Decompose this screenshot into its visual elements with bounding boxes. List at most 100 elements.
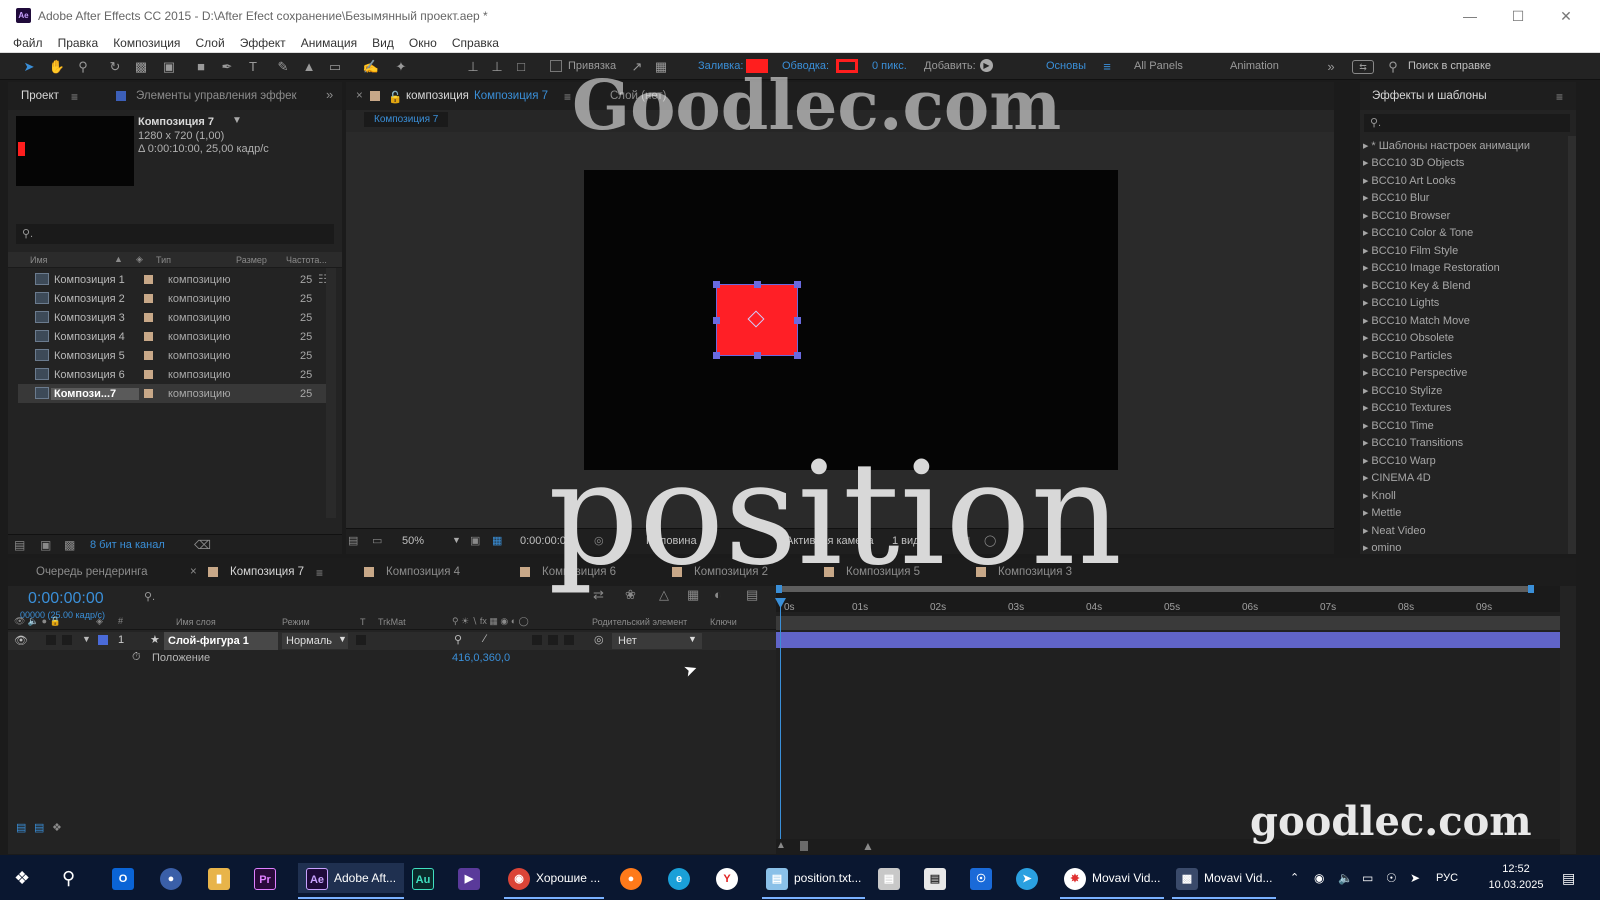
eraser-tool-icon[interactable]: ▭ — [326, 58, 344, 76]
effects-category[interactable]: BCC10 Color & Tone — [1363, 227, 1473, 239]
time-ruler[interactable]: 0s 01s 02s 03s 04s 05s 06s 07s 08s 09s — [776, 594, 1560, 616]
av-switches-icons[interactable]: 👁 🔈 ● 🔒 — [14, 616, 61, 627]
timeline-search-input[interactable]: ⚲. — [138, 588, 438, 608]
tab-composition-4[interactable]: Композиция 4 — [386, 566, 460, 578]
col-size[interactable]: Размер — [236, 255, 267, 265]
effects-category[interactable]: omino — [1363, 542, 1401, 552]
effects-scrollbar[interactable] — [1568, 136, 1576, 554]
clock-date[interactable]: 10.03.2025 — [1486, 877, 1546, 893]
timeline-timecode[interactable]: 0:00:00:00 — [28, 590, 104, 608]
zoom-level[interactable]: 50% — [402, 535, 424, 547]
view-axis-icon[interactable]: □ — [512, 58, 530, 76]
effects-category[interactable]: BCC10 Image Restoration — [1363, 262, 1499, 274]
composition-canvas[interactable] — [584, 170, 1118, 470]
menu-view[interactable]: Вид — [366, 32, 400, 50]
maximize-button[interactable]: ☐ — [1506, 6, 1530, 26]
layer-name[interactable]: Слой-фигура 1 — [164, 632, 278, 650]
transform-handle[interactable] — [794, 352, 801, 359]
comp-breadcrumb[interactable]: Композиция 7 — [364, 112, 449, 127]
roto-brush-tool-icon[interactable]: ✍ — [362, 58, 380, 76]
network-icon[interactable]: ◉ — [1314, 863, 1324, 893]
menu-file[interactable]: Файл — [7, 32, 49, 50]
tab-menu-icon[interactable]: ≡ — [564, 90, 571, 104]
project-item[interactable]: Композиция 1 композицию 25 — [18, 270, 328, 289]
transform-handle[interactable] — [754, 352, 761, 359]
col-name[interactable]: Имя — [30, 255, 48, 265]
lock-icon[interactable]: 🔓 — [388, 90, 402, 104]
trash-icon[interactable]: ⌫ — [194, 538, 211, 552]
project-item[interactable]: Композиция 6 композицию 25 — [18, 365, 328, 384]
effects-category[interactable]: BCC10 Film Style — [1363, 245, 1458, 257]
zoom-out-icon[interactable]: ▲ — [776, 840, 786, 851]
effects-category[interactable]: * Шаблоны настроек анимации — [1363, 140, 1530, 152]
effects-category[interactable]: BCC10 Textures — [1363, 402, 1451, 414]
minimize-button[interactable]: — — [1458, 6, 1482, 26]
red-square-shape[interactable] — [713, 281, 801, 359]
switch-box[interactable] — [532, 635, 542, 645]
panel-overflow-icon[interactable]: » — [326, 87, 333, 102]
tab-effects-presets[interactable]: Эффекты и шаблоны — [1372, 90, 1487, 102]
bit-depth-label[interactable]: 8 бит на канал — [90, 539, 165, 551]
effects-category[interactable]: BCC10 Obsolete — [1363, 332, 1454, 344]
effects-search-input[interactable]: ⚲. — [1364, 114, 1570, 132]
zoom-dropdown-icon[interactable]: ▼ — [452, 535, 461, 545]
transform-handle[interactable] — [754, 281, 761, 288]
effects-category[interactable]: BCC10 Stylize — [1363, 385, 1442, 397]
switch-box[interactable] — [548, 635, 558, 645]
toggle-modes-icon[interactable]: ▤ — [34, 821, 44, 834]
resolution-fit-icon[interactable]: ▣ — [470, 534, 480, 547]
effects-category[interactable]: Neat Video — [1363, 525, 1425, 537]
project-search-input[interactable]: ⚲. — [16, 224, 334, 244]
expand-layer-icon[interactable]: ▼ — [82, 634, 91, 644]
volume-icon[interactable]: 🔈 — [1338, 863, 1353, 893]
col-t[interactable]: T — [360, 617, 366, 627]
shy-switch-icon[interactable]: ⚲ — [454, 633, 462, 646]
layer-duration-bar[interactable] — [776, 632, 1560, 648]
project-item[interactable]: Композиция 5 композицию 25 — [18, 346, 328, 365]
col-type[interactable]: Тип — [156, 255, 171, 265]
col-mode[interactable]: Режим — [282, 617, 310, 627]
camera-tool-icon[interactable]: ▩ — [132, 58, 150, 76]
taskbar-app[interactable]: ☉ — [970, 863, 998, 893]
taskbar-app[interactable]: e — [668, 863, 696, 893]
pick-whip-icon[interactable]: ◎ — [594, 633, 604, 646]
taskbar-app[interactable]: ● — [620, 863, 648, 893]
effects-category[interactable]: BCC10 Key & Blend — [1363, 280, 1470, 292]
help-search-input[interactable]: Поиск в справке — [1408, 60, 1491, 72]
text-tool-icon[interactable]: T — [244, 58, 262, 76]
safe-zones-icon[interactable]: ▦ — [492, 534, 502, 547]
pen-tool-icon[interactable]: ✒ — [218, 58, 236, 76]
col-trkmat[interactable]: TrkMat — [378, 617, 406, 627]
notifications-icon[interactable]: ▤ — [1562, 863, 1575, 893]
close-tab-icon[interactable]: × — [190, 566, 197, 578]
effects-category[interactable]: BCC10 Lights — [1363, 297, 1439, 309]
menu-composition[interactable]: Композиция — [107, 32, 186, 50]
puppet-tool-icon[interactable]: ✦ — [392, 58, 410, 76]
telegram-tray-icon[interactable]: ➤ — [1410, 863, 1420, 893]
col-layer-name[interactable]: Имя слоя — [176, 617, 216, 627]
layer-label-color[interactable] — [98, 635, 108, 645]
project-item[interactable]: Композиция 3 композицию 25 — [18, 308, 328, 327]
workspace-all-panels[interactable]: All Panels — [1134, 60, 1183, 72]
zoom-in-icon[interactable]: ▲ — [862, 839, 874, 853]
zoom-tool-icon[interactable]: ⚲ — [74, 58, 92, 76]
effects-category[interactable]: BCC10 Match Move — [1363, 315, 1469, 327]
clock-time[interactable]: 12:52 — [1486, 861, 1546, 877]
windows-start-icon[interactable]: ❖ — [14, 863, 30, 893]
project-scrollbar[interactable] — [326, 268, 336, 518]
layer-row[interactable]: 👁 ▼ 1 ★ Слой-фигура 1 Нормаль ▼ ⚲ ∕ ◎ Не… — [8, 632, 776, 650]
hand-tool-icon[interactable]: ✋ — [48, 58, 66, 76]
effects-category[interactable]: Mettle — [1363, 507, 1401, 519]
taskbar-app[interactable]: Y — [716, 863, 744, 893]
transform-handle[interactable] — [713, 352, 720, 359]
taskbar-app-movavi-editor[interactable]: ▩ Movavi Vid... — [1172, 863, 1277, 899]
menu-window[interactable]: Окно — [403, 32, 443, 50]
effects-category[interactable]: Knoll — [1363, 490, 1395, 502]
toggle-switches-icon[interactable]: ▤ — [16, 821, 26, 834]
tab-project[interactable]: Проект — [21, 90, 59, 102]
anchor-point-icon[interactable] — [747, 310, 765, 328]
position-value[interactable]: 416,0,360,0 — [452, 652, 510, 664]
taskbar-app[interactable]: O — [112, 863, 140, 893]
menu-layer[interactable]: Слой — [189, 32, 230, 50]
effects-category[interactable]: BCC10 Perspective — [1363, 367, 1467, 379]
